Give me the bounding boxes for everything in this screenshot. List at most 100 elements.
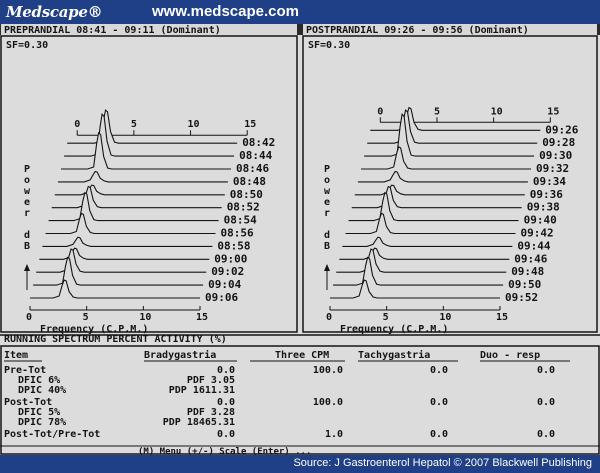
panel-2-spectrum-line xyxy=(370,106,541,131)
panel-2-spectrum-fill xyxy=(361,146,531,169)
panel-2-x-axis-label: Frequency (C.P.M.) xyxy=(340,324,448,335)
panel-1-y-axis-char: P xyxy=(24,164,30,175)
panel-1-time-label: 08:48 xyxy=(233,175,266,188)
panel-1-spectrum-fill xyxy=(33,257,204,286)
panel-2-spectrum-line xyxy=(364,113,535,157)
table-header-4: Tachygastria xyxy=(358,349,430,361)
panel-2-y-axis-char: B xyxy=(324,241,330,252)
panel-1-spectrum-fill xyxy=(67,110,238,144)
table-header-5: Duo - resp xyxy=(480,350,540,361)
egg-report-screen: PREPRANDIAL 08:41 - 09:11 (Dominant) SF=0… xyxy=(0,24,600,457)
panel-2-back-tick-label: 5 xyxy=(434,106,440,117)
panel-2-front-tick-label: 5 xyxy=(383,312,389,323)
panel-2-spectrum-fill xyxy=(342,237,513,247)
panel-2-spectrum-fill xyxy=(354,185,525,195)
panel-2-time-label: 09:44 xyxy=(517,239,550,252)
panel-2-back-tick-label: 15 xyxy=(547,106,559,117)
panel-2-front-tick-label: 0 xyxy=(326,312,332,323)
panel-2-spectrum-line xyxy=(336,248,507,273)
panel-2-spectrum-fill xyxy=(351,186,522,208)
site-footer: Source: J Gastroenterol Hepatol © 2007 B… xyxy=(0,455,600,473)
source-credit: Source: J Gastroenterol Hepatol © 2007 B… xyxy=(293,457,592,469)
panel-2-title: POSTPRANDIAL 09:26 - 09:56 (Dominant) xyxy=(306,24,529,36)
panel-2-y-axis-char: o xyxy=(324,175,330,186)
panel-1-spectrum-line xyxy=(36,248,207,273)
panel-1-spectrum-line xyxy=(57,170,228,183)
panel-2-spectrum-fill xyxy=(357,171,528,182)
panel-1-back-tick-label: 15 xyxy=(244,119,256,130)
panel-2-time-label: 09:32 xyxy=(536,162,569,175)
table-cell-duo: 0.0 xyxy=(537,365,555,376)
table-header-3: Three CPM xyxy=(275,350,329,361)
panel-1-spectrum-fill xyxy=(51,186,222,208)
panel-1-y-axis-arrow-head xyxy=(24,264,30,271)
panel-2-time-label: 09:28 xyxy=(542,136,575,149)
panel-1-time-label: 09:04 xyxy=(208,278,241,291)
panel-2-time-label: 09:36 xyxy=(530,188,563,201)
table-footer-partial: (M) Menu (+/-) Scale (Enter) ... xyxy=(138,447,311,455)
panel-2-y-axis-char: P xyxy=(324,164,330,175)
panel-2-time-label: 09:46 xyxy=(514,252,547,265)
panel-2-time-label: 09:40 xyxy=(524,214,557,227)
panel-1-spectrum-line xyxy=(30,279,200,299)
panel-2-y-axis-char: w xyxy=(324,186,331,197)
panel-1-spectrum-fill xyxy=(36,249,207,273)
panel-1-spectrum-line xyxy=(39,247,210,260)
table-cell-duo: 0.0 xyxy=(537,397,555,408)
panel-1-spectrum-fill xyxy=(61,132,231,169)
panel-1-time-label: 09:06 xyxy=(205,291,238,304)
panel-1-back-tick-label: 5 xyxy=(131,119,137,130)
panel-2-spectrum-line xyxy=(339,247,510,260)
table-cell-tachy: 0.0 xyxy=(430,365,448,376)
egg-report-figure: PREPRANDIAL 08:41 - 09:11 (Dominant) SF=0… xyxy=(0,24,600,457)
table-cell-tachy: 0.0 xyxy=(430,429,448,440)
table-cell-tachy: 0.0 xyxy=(430,397,448,408)
panel-2-spectrum-fill xyxy=(345,213,516,234)
table-row-item: DPIC 78% xyxy=(18,417,66,428)
panel-1-y-axis-char: B xyxy=(24,241,30,252)
table-cell-brady: 0.0 xyxy=(217,429,235,440)
panel-1-spectrum-line xyxy=(42,236,213,247)
panel-1-spectrum-line xyxy=(45,212,216,235)
panel-2-time-label: 09:50 xyxy=(508,278,541,291)
panel-1-spectrum-fill xyxy=(42,237,213,247)
panel-1-time-label: 09:00 xyxy=(214,252,247,265)
panel-1-time-label: 08:46 xyxy=(236,162,269,175)
panel-1-y-axis-char: e xyxy=(24,197,30,208)
panel-1-scale-factor: SF=0.30 xyxy=(6,40,48,51)
panel-2-time-label: 09:48 xyxy=(511,265,544,278)
panel-1-time-label: 08:42 xyxy=(242,136,275,149)
panel-2-spectrum-line xyxy=(348,191,519,222)
panel-1-front-tick-label: 0 xyxy=(26,312,32,323)
table-row-item: DPIC 40% xyxy=(18,385,66,396)
panel-2-spectrum-line xyxy=(345,212,516,235)
site-url-link[interactable]: www.medscape.com xyxy=(152,3,299,20)
table-cell-three: 1.0 xyxy=(325,429,343,440)
table-cell-three: 100.0 xyxy=(313,365,343,376)
panel-2-y-axis-char: r xyxy=(324,208,330,219)
panel-2-spectrum-fill xyxy=(367,110,538,144)
panel-1-y-axis-char: o xyxy=(24,175,30,186)
panel-2-spectrum-fill xyxy=(339,248,510,260)
panel-1-spectrum-fill xyxy=(39,248,210,260)
panel-2-front-tick-label: 15 xyxy=(496,312,508,323)
panel-1-y-axis-char: w xyxy=(24,186,31,197)
panel-1-back-tick-label: 0 xyxy=(74,119,80,130)
panel-1-time-label: 08:56 xyxy=(221,227,254,240)
panel-2-spectrum-fill xyxy=(330,280,500,298)
panel-2-spectrum-fill xyxy=(333,257,504,286)
panel-2-spectrum-fill xyxy=(348,192,519,221)
panel-1-title: PREPRANDIAL 08:41 - 09:11 (Dominant) xyxy=(4,24,221,36)
panel-1-y-axis-label: PowerdB xyxy=(24,164,31,252)
medscape-logo[interactable]: Medscape® xyxy=(6,3,103,21)
table-cell-brady: PDP 1611.31 xyxy=(169,385,235,396)
panel-1-spectrum-line xyxy=(48,191,219,222)
panel-1-time-label: 08:50 xyxy=(230,188,263,201)
panel-1-spectrum-fill xyxy=(30,280,200,298)
panel-2-spectrum-fill xyxy=(336,249,507,273)
panel-2-y-axis-label: PowerdB xyxy=(324,164,331,252)
panel-2-back-tick-label: 10 xyxy=(491,106,503,117)
panel-2-spectrum-line xyxy=(351,185,522,209)
panel-1-time-label: 08:52 xyxy=(227,201,260,214)
panel-1-spectrum-fill xyxy=(57,171,228,182)
